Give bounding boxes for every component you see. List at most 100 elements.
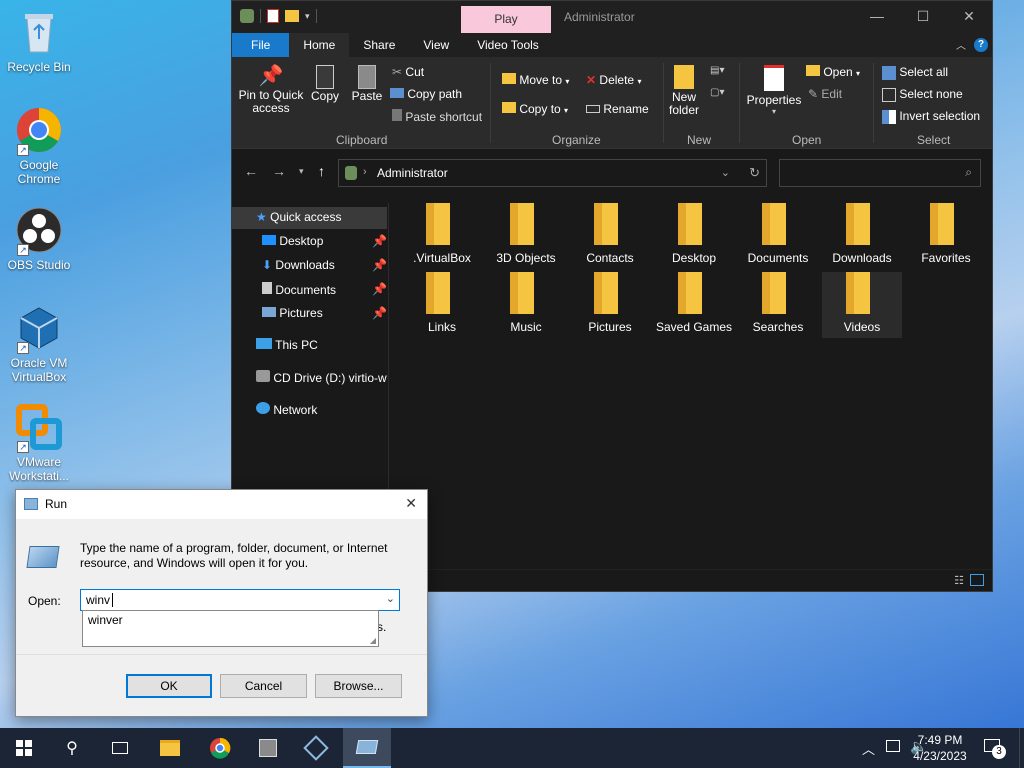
qat-dropdown-icon[interactable]: ▾ <box>305 11 310 22</box>
cancel-button[interactable]: Cancel <box>220 674 307 698</box>
taskbar-run[interactable] <box>343 728 391 768</box>
invert-selection-button[interactable]: Invert selection <box>882 109 980 124</box>
maximize-button[interactable]: ☐ <box>900 1 946 31</box>
folder-documents[interactable]: Documents <box>738 203 818 265</box>
close-button[interactable]: ✕ <box>946 1 992 31</box>
nav-item-documents[interactable]: Documents <box>262 282 336 297</box>
taskbar-file-explorer[interactable] <box>146 728 194 768</box>
nav-item-network[interactable]: Network <box>256 402 317 417</box>
new-folder-qat-icon[interactable] <box>285 10 299 22</box>
folder-favorites[interactable]: Favorites <box>906 203 986 265</box>
select-none-button[interactable]: Select none <box>882 87 963 102</box>
pin-icon[interactable]: 📌 <box>372 306 387 320</box>
refresh-icon[interactable]: ↻ <box>749 165 760 181</box>
desktop-icon-obs[interactable]: ↗ OBS Studio <box>6 206 72 272</box>
new-item-button[interactable]: ▤▾ <box>710 65 724 76</box>
autocomplete-item[interactable]: winver <box>88 613 123 627</box>
tab-file[interactable]: File <box>232 33 290 57</box>
clock[interactable]: 7:49 PM 4/23/2023 <box>904 732 976 764</box>
folder-searches[interactable]: Searches <box>738 272 818 334</box>
folder-videos[interactable]: Videos <box>822 272 902 338</box>
run-dialog[interactable]: Run ✕ Type the name of a program, folder… <box>15 489 428 717</box>
address-dropdown-icon[interactable]: ⌄ <box>721 166 730 179</box>
folder-links[interactable]: Links <box>402 272 482 334</box>
folder-virtualbox[interactable]: .VirtualBox <box>402 203 482 265</box>
search-input[interactable]: ⌕ <box>779 159 981 187</box>
action-center-button[interactable]: 3 <box>984 739 1006 759</box>
properties-button[interactable]: Properties ▾ <box>746 65 802 116</box>
chevron-down-icon[interactable]: ⌄ <box>386 592 395 605</box>
nav-quick-access[interactable]: ★ Quick access <box>256 210 341 224</box>
desktop-icon-chrome[interactable]: ↗ Google Chrome <box>6 106 72 186</box>
taskbar-app[interactable] <box>244 728 292 768</box>
nav-item-cd-drive[interactable]: CD Drive (D:) virtio-w <box>256 370 387 385</box>
open-input[interactable]: winv ⌄ <box>80 589 400 611</box>
properties-qat-icon[interactable] <box>267 9 279 23</box>
show-hidden-icons-button[interactable]: ︿ <box>862 739 875 758</box>
folder-downloads[interactable]: Downloads <box>822 203 902 265</box>
minimize-button[interactable]: — <box>854 1 900 31</box>
start-button[interactable] <box>0 728 48 768</box>
network-tray-icon[interactable] <box>886 740 900 752</box>
folder-3d-objects[interactable]: 3D Objects <box>486 203 566 265</box>
pin-icon[interactable]: 📌 <box>372 234 387 248</box>
folder-contacts[interactable]: Contacts <box>570 203 650 265</box>
folder-desktop[interactable]: Desktop <box>654 203 734 265</box>
delete-button[interactable]: ✕ Delete ▾ <box>586 73 641 87</box>
nav-item-pictures[interactable]: Pictures <box>262 306 323 320</box>
desktop-icon-recycle-bin[interactable]: Recycle Bin <box>6 8 72 74</box>
easy-access-button[interactable]: ▢▾ <box>710 87 724 98</box>
tab-video-tools[interactable]: Video Tools <box>463 33 553 57</box>
rename-button[interactable]: Rename <box>586 102 649 116</box>
folder-music[interactable]: Music <box>486 272 566 334</box>
back-arrow-icon[interactable]: ← <box>244 163 258 179</box>
ok-button[interactable]: OK <box>126 674 212 698</box>
autocomplete-list[interactable]: winver ◢ <box>82 610 379 647</box>
paste-shortcut-button[interactable]: Paste shortcut <box>392 109 482 124</box>
desktop-icon-vmware[interactable]: ↗ VMware Workstati... <box>6 403 72 483</box>
pin-icon[interactable]: 📌 <box>372 258 387 272</box>
paste-button[interactable]: Paste <box>350 63 384 103</box>
select-all-button[interactable]: Select all <box>882 65 948 80</box>
resize-grip-icon[interactable]: ◢ <box>370 636 376 645</box>
task-view-button[interactable] <box>96 728 144 768</box>
copy-to-button[interactable]: Copy to ▾ <box>502 102 568 116</box>
browse-button[interactable]: Browse... <box>315 674 402 698</box>
folder-saved-games[interactable]: Saved Games <box>654 272 734 334</box>
edit-button[interactable]: ✎ Edit <box>808 87 842 101</box>
recent-locations-icon[interactable]: ▾ <box>299 166 304 177</box>
collapse-ribbon-icon[interactable]: ︿ <box>956 37 966 52</box>
show-desktop-button[interactable] <box>1019 728 1024 768</box>
close-icon[interactable]: ✕ <box>405 495 417 512</box>
move-to-button[interactable]: Move to ▾ <box>502 73 569 87</box>
tab-share[interactable]: Share <box>349 33 409 57</box>
nav-item-desktop[interactable]: Desktop <box>262 234 323 248</box>
forward-arrow-icon[interactable]: → <box>272 163 286 179</box>
folder-pictures[interactable]: Pictures <box>570 272 650 334</box>
new-folder-button[interactable]: New folder <box>666 65 702 117</box>
address-bar[interactable]: › Administrator ⌄ ↻ <box>338 159 767 187</box>
taskbar-virtualbox[interactable] <box>292 728 340 768</box>
copy-path-button[interactable]: Copy path <box>390 87 462 101</box>
desktop-icon-virtualbox[interactable]: ↗ Oracle VM VirtualBox <box>6 304 72 384</box>
cd-drive-icon <box>256 370 270 382</box>
cut-button[interactable]: ✂ Cut <box>392 65 424 79</box>
up-arrow-icon[interactable]: ↑ <box>318 163 325 179</box>
tab-home[interactable]: Home <box>289 33 350 57</box>
details-view-icon[interactable]: ☷ <box>954 574 964 587</box>
help-icon[interactable]: ? <box>974 37 988 52</box>
pin-icon[interactable]: 📌 <box>372 282 387 296</box>
large-icons-view-icon[interactable] <box>970 574 984 586</box>
pin-to-quick-access-button[interactable]: 📌 Pin to Quick access <box>236 63 306 115</box>
recycle-bin-icon <box>15 8 63 56</box>
nav-item-downloads[interactable]: ⬇ Downloads <box>262 258 335 272</box>
copy-button[interactable]: Copy <box>308 63 342 103</box>
explorer-titlebar[interactable]: ▾ Play Administrator — ☐ ✕ <box>232 1 992 33</box>
taskbar-chrome[interactable] <box>196 728 244 768</box>
tab-view[interactable]: View <box>409 33 463 57</box>
nav-item-this-pc[interactable]: This PC <box>256 338 318 352</box>
run-titlebar[interactable]: Run ✕ <box>16 490 427 519</box>
open-button[interactable]: Open ▾ <box>806 65 860 79</box>
search-button[interactable]: ⚲ <box>48 728 96 768</box>
context-tab-play[interactable]: Play <box>461 6 551 33</box>
